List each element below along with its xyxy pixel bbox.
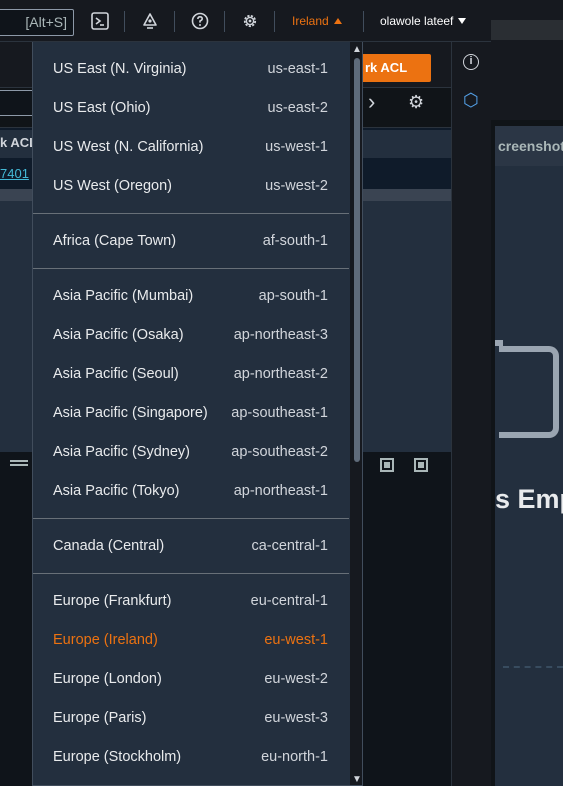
region-name: Europe (Frankfurt) [53, 593, 172, 609]
region-option-us-east-1[interactable]: US East (N. Virginia) us-east-1 [33, 50, 349, 89]
region-selector-label: Ireland [292, 14, 329, 28]
help-icon[interactable] [191, 12, 209, 30]
region-name: Asia Pacific (Singapore) [53, 405, 208, 421]
caret-down-icon [458, 18, 467, 24]
region-selector[interactable]: Ireland [292, 14, 342, 28]
region-code: eu-north-1 [261, 749, 328, 765]
scroll-thumb[interactable] [354, 58, 360, 462]
region-code: ap-south-1 [258, 288, 328, 304]
region-option-ap-northeast-1[interactable]: Asia Pacific (Tokyo) ap-northeast-1 [33, 472, 349, 511]
region-code: us-east-1 [267, 61, 328, 77]
nav-separator [363, 11, 364, 32]
region-option-ap-northeast-3[interactable]: Asia Pacific (Osaka) ap-northeast-3 [33, 316, 349, 355]
region-option-ap-southeast-2[interactable]: Asia Pacific (Sydney) ap-southeast-2 [33, 433, 349, 472]
region-option-us-west-1[interactable]: US West (N. California) us-west-1 [33, 128, 349, 167]
region-option-eu-west-1[interactable]: Europe (Ireland) eu-west-1 [33, 621, 349, 660]
region-name: US West (N. California) [53, 139, 204, 155]
region-code: eu-west-3 [264, 710, 328, 726]
filter-input[interactable] [0, 90, 34, 116]
region-name: US East (Ohio) [53, 100, 151, 116]
region-name: US West (Oregon) [53, 178, 172, 194]
region-name: Asia Pacific (Seoul) [53, 366, 179, 382]
region-option-us-west-2[interactable]: US West (Oregon) us-west-2 [33, 167, 349, 206]
region-option-eu-west-3[interactable]: Europe (Paris) eu-west-3 [33, 699, 349, 738]
region-name: US East (N. Virginia) [53, 61, 187, 77]
nav-separator [224, 11, 225, 32]
region-code: us-west-2 [265, 178, 328, 194]
background-panel-header: creenshot [495, 126, 563, 166]
region-code: us-west-1 [265, 139, 328, 155]
help-sidebar [451, 42, 491, 786]
region-code: ap-northeast-2 [233, 366, 328, 382]
region-option-eu-central-1[interactable]: Europe (Frankfurt) eu-central-1 [33, 582, 349, 621]
region-name: Europe (Stockholm) [53, 749, 182, 765]
region-code: eu-central-1 [250, 593, 328, 609]
resize-handle-icon[interactable] [10, 460, 28, 466]
menu-divider [33, 566, 349, 582]
region-option-ca-central-1[interactable]: Canada (Central) ca-central-1 [33, 527, 349, 566]
table-settings-icon[interactable]: ⚙ [408, 92, 424, 113]
region-option-us-east-2[interactable]: US East (Ohio) us-east-2 [33, 89, 349, 128]
dropdown-scrollbar[interactable]: ▲ ▼ [350, 42, 362, 785]
tools-hex-icon[interactable]: ⬡ [463, 90, 479, 111]
top-navigation: [Alt+S] Ireland olawole lateef [0, 0, 491, 42]
notifications-bell-icon[interactable] [141, 12, 159, 30]
region-dropdown-menu: US East (N. Virginia) us-east-1 US East (O… [32, 42, 363, 786]
region-name: Asia Pacific (Osaka) [53, 327, 184, 343]
region-name: Asia Pacific (Sydney) [53, 444, 190, 460]
background-panel: creenshot s Emp [495, 126, 563, 786]
scroll-down-arrow-icon[interactable]: ▼ [350, 774, 362, 785]
cloudshell-icon[interactable] [91, 12, 109, 30]
next-page-icon[interactable]: › [368, 89, 375, 115]
region-code: ap-northeast-3 [233, 327, 328, 343]
nav-separator [124, 11, 125, 32]
background-heading: s Emp [495, 484, 563, 514]
region-name: Canada (Central) [53, 538, 165, 554]
region-code: ca-central-1 [251, 538, 328, 554]
account-name: olawole lateef [380, 14, 454, 28]
background-sidebar [491, 40, 563, 120]
camera-frame-icon [499, 346, 559, 438]
region-name: Europe (Paris) [53, 710, 147, 726]
region-code: eu-west-2 [264, 671, 328, 687]
region-code: eu-west-1 [264, 632, 328, 648]
region-option-eu-north-1[interactable]: Europe (Stockholm) eu-north-1 [33, 738, 349, 777]
region-option-eu-west-2[interactable]: Europe (London) eu-west-2 [33, 660, 349, 699]
region-code: ap-northeast-1 [233, 483, 328, 499]
menu-divider [33, 511, 349, 527]
region-name: Europe (Ireland) [53, 632, 158, 648]
search-input[interactable]: [Alt+S] [0, 9, 74, 36]
info-icon[interactable]: i [463, 54, 479, 70]
account-menu[interactable]: olawole lateef [380, 14, 467, 28]
region-name: Europe (London) [53, 671, 162, 687]
scroll-up-arrow-icon[interactable]: ▲ [350, 44, 362, 56]
nav-separator [174, 11, 175, 32]
region-code: ap-southeast-2 [231, 444, 328, 460]
panel-maximize-icon[interactable] [414, 458, 428, 472]
menu-divider [33, 206, 349, 222]
nav-separator [274, 11, 275, 32]
settings-gear-icon[interactable] [241, 12, 259, 30]
region-code: us-east-2 [267, 100, 328, 116]
region-option-af-south-1[interactable]: Africa (Cape Town) af-south-1 [33, 222, 349, 261]
region-list: US East (N. Virginia) us-east-1 US East (O… [33, 50, 349, 777]
region-option-ap-south-1[interactable]: Asia Pacific (Mumbai) ap-south-1 [33, 277, 349, 316]
menu-divider [33, 261, 349, 277]
region-option-ap-southeast-1[interactable]: Asia Pacific (Singapore) ap-southeast-1 [33, 394, 349, 433]
resource-id-link[interactable]: 7401 [0, 166, 29, 181]
region-code: ap-southeast-1 [231, 405, 328, 421]
region-option-ap-northeast-2[interactable]: Asia Pacific (Seoul) ap-northeast-2 [33, 355, 349, 394]
panel-layout-icon[interactable] [380, 458, 394, 472]
background-window: creenshot s Emp [491, 0, 563, 786]
caret-up-icon [333, 18, 342, 24]
region-name: Africa (Cape Town) [53, 233, 177, 249]
region-name: Asia Pacific (Mumbai) [53, 288, 194, 304]
background-decoration [503, 666, 563, 736]
region-name: Asia Pacific (Tokyo) [53, 483, 180, 499]
region-code: af-south-1 [262, 233, 328, 249]
